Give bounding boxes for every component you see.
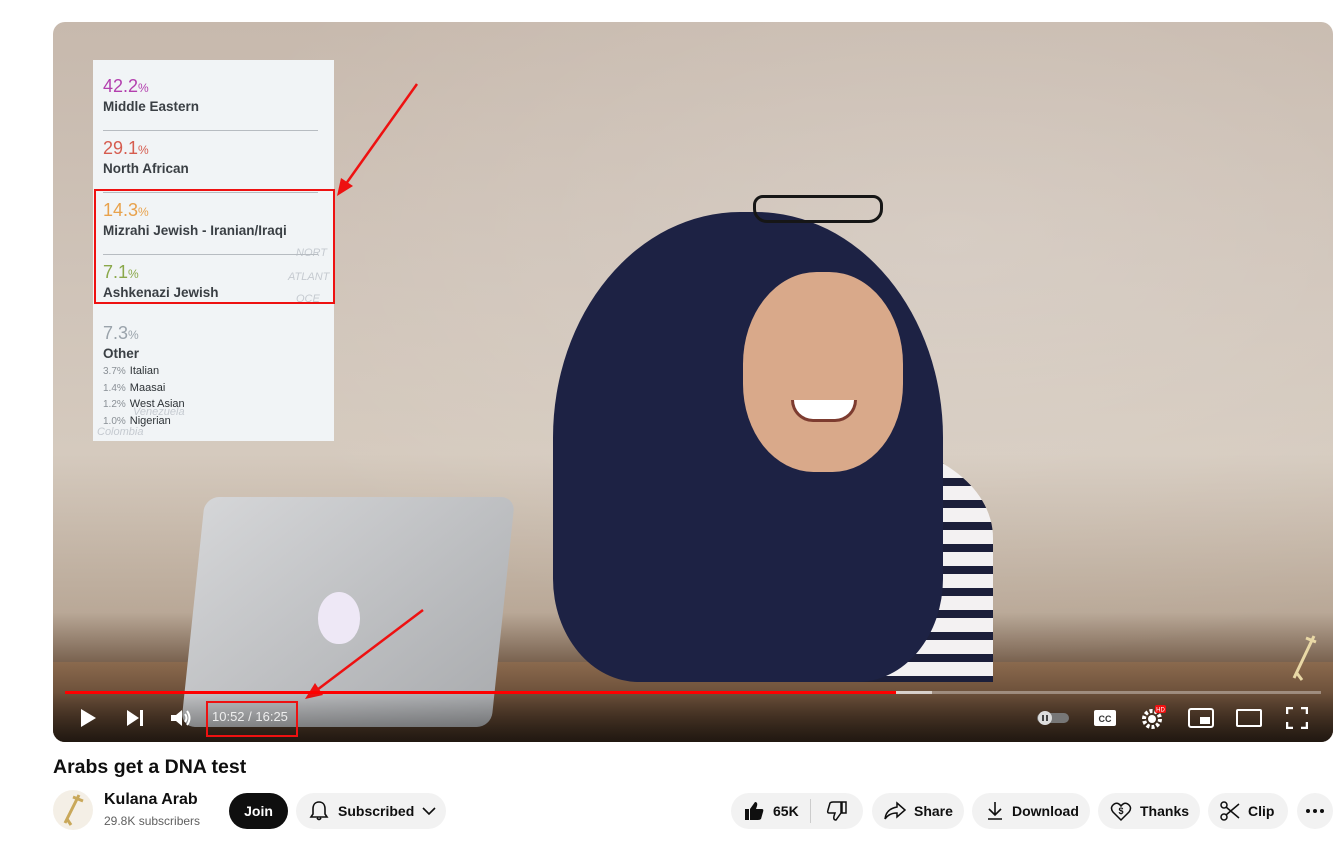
bell-icon — [309, 801, 329, 821]
subscribed-button[interactable]: Subscribed — [296, 793, 446, 829]
channel-watermark-icon[interactable] — [1286, 632, 1322, 684]
channel-name[interactable]: Kulana Arab — [104, 791, 198, 809]
video-person-face — [743, 272, 903, 472]
next-icon — [127, 710, 143, 726]
other-breakdown-list: 3.7% Italian 1.4% Maasai 1.2% West Asian 1.… — [103, 365, 185, 431]
settings-icon: HD — [1142, 705, 1166, 729]
channel-logo-icon — [63, 794, 84, 826]
like-dislike-group: 65K — [731, 793, 863, 829]
other-breakdown-item: 1.4% Maasai — [103, 381, 166, 394]
miniplayer-icon — [1188, 708, 1214, 728]
theater-mode-button[interactable] — [1235, 704, 1263, 732]
annotation-arrow-icon — [337, 83, 419, 196]
other-breakdown-item: 3.7% Italian — [103, 365, 160, 377]
captions-icon: CC — [1094, 710, 1116, 726]
ethnicity-entry: 42.2% Middle Eastern — [103, 76, 318, 131]
time-display: 10:52 / 16:25 — [212, 709, 288, 724]
annotation-arrow-icon — [305, 609, 424, 699]
svg-text:HD: HD — [1156, 708, 1165, 714]
share-button[interactable]: Share — [872, 793, 964, 829]
play-icon — [81, 709, 96, 727]
video-person-glasses — [753, 195, 883, 223]
fullscreen-icon — [1286, 707, 1308, 729]
other-breakdown-item: 1.0% Nigerian — [103, 414, 171, 427]
thumbs-up-icon — [745, 802, 764, 820]
thanks-button[interactable]: $ Thanks — [1098, 793, 1200, 829]
chevron-down-icon — [422, 807, 436, 816]
volume-button[interactable] — [167, 704, 195, 732]
svg-text:CC: CC — [1099, 714, 1112, 724]
clip-button[interactable]: Clip — [1208, 793, 1288, 829]
svg-text:$: $ — [1118, 806, 1123, 816]
scissors-icon — [1220, 801, 1240, 821]
more-actions-button[interactable] — [1297, 793, 1333, 829]
fullscreen-button[interactable] — [1283, 704, 1311, 732]
volume-icon — [171, 710, 191, 726]
other-breakdown-item: 1.2% West Asian — [103, 398, 185, 410]
next-button[interactable] — [121, 704, 149, 732]
settings-button[interactable]: HD — [1139, 704, 1167, 732]
video-person-hijab — [553, 212, 943, 682]
more-horizontal-icon — [1306, 809, 1324, 813]
theater-icon — [1236, 709, 1262, 727]
annotation-highlight-box — [94, 189, 335, 304]
subscriber-count: 29.8K subscribers — [104, 814, 201, 828]
video-player[interactable]: NORT ATLANT OCE Venezuela Colombia 42.2%… — [53, 22, 1333, 742]
miniplayer-button[interactable] — [1187, 704, 1215, 732]
heart-dollar-icon: $ — [1110, 802, 1132, 822]
like-button[interactable]: 65K — [731, 799, 811, 823]
download-icon — [988, 802, 1002, 820]
join-button[interactable]: Join — [229, 793, 288, 829]
captions-button[interactable]: CC — [1091, 704, 1119, 732]
channel-avatar[interactable] — [53, 790, 93, 830]
play-button[interactable] — [74, 704, 102, 732]
autoplay-toggle-icon — [1037, 711, 1069, 725]
autoplay-toggle[interactable] — [1036, 704, 1070, 732]
download-button[interactable]: Download — [972, 793, 1090, 829]
share-icon — [884, 801, 906, 820]
thumbs-down-icon — [826, 801, 847, 821]
video-title: Arabs get a DNA test — [53, 756, 247, 778]
player-controls: 10:52 / 16:25 CC HD — [53, 692, 1333, 742]
ethnicity-entry: 29.1% North African — [103, 138, 318, 193]
dislike-button[interactable] — [811, 800, 863, 822]
